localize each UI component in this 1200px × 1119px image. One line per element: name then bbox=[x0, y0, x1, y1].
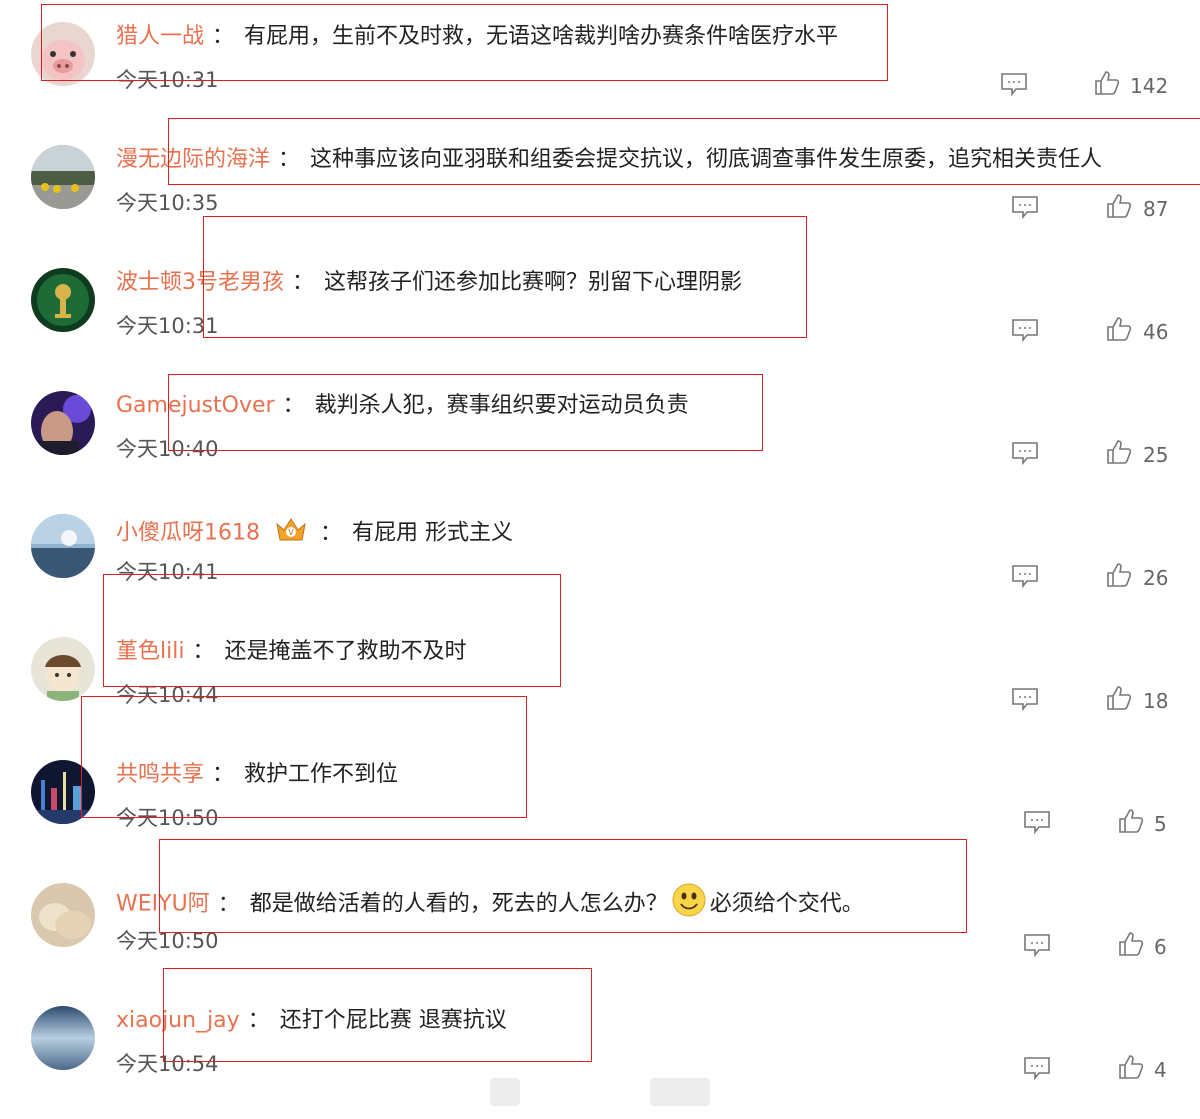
comment-time: 今天10:35 bbox=[116, 191, 219, 215]
thumbs-up-icon[interactable] bbox=[1118, 1054, 1144, 1080]
comment-reply-icon[interactable] bbox=[1011, 441, 1039, 465]
comment-reply-icon[interactable] bbox=[1011, 195, 1039, 219]
thumbs-up-icon[interactable] bbox=[1106, 193, 1132, 219]
thumbs-up-icon[interactable] bbox=[1118, 808, 1144, 834]
like-count: 46 bbox=[1143, 320, 1169, 344]
comment-reply-icon[interactable] bbox=[1023, 810, 1051, 834]
like-count: 142 bbox=[1130, 74, 1169, 98]
avatar[interactable] bbox=[31, 637, 95, 701]
crown-badge-icon[interactable]: V bbox=[274, 514, 308, 553]
thumbs-up-icon[interactable] bbox=[1106, 316, 1132, 342]
faded-strip bbox=[470, 1070, 730, 1110]
highlight-box bbox=[163, 968, 592, 1062]
highlight-box bbox=[41, 4, 888, 81]
avatar[interactable] bbox=[31, 391, 95, 455]
comment-reply-icon[interactable] bbox=[1011, 318, 1039, 342]
like-count: 25 bbox=[1143, 443, 1169, 467]
like-count: 6 bbox=[1154, 935, 1167, 959]
thumbs-up-icon[interactable] bbox=[1106, 439, 1132, 465]
thumbs-up-icon[interactable] bbox=[1106, 562, 1132, 588]
avatar[interactable] bbox=[31, 1006, 95, 1070]
thumbs-up-icon[interactable] bbox=[1094, 70, 1120, 96]
comment-reply-icon[interactable] bbox=[1023, 1056, 1051, 1080]
thumbs-up-icon[interactable] bbox=[1106, 685, 1132, 711]
comment-text: 有屁用 形式主义 bbox=[352, 520, 514, 546]
highlight-box bbox=[81, 696, 527, 818]
like-count: 5 bbox=[1154, 812, 1167, 836]
highlight-box bbox=[103, 574, 561, 687]
like-count: 87 bbox=[1143, 197, 1169, 221]
comment-reply-icon[interactable] bbox=[1000, 72, 1028, 96]
highlight-box bbox=[203, 216, 807, 338]
like-count: 26 bbox=[1143, 566, 1169, 590]
thumbs-up-icon[interactable] bbox=[1118, 931, 1144, 957]
comment-reply-icon[interactable] bbox=[1011, 564, 1039, 588]
svg-text:V: V bbox=[288, 528, 294, 537]
highlight-box bbox=[159, 839, 967, 933]
highlight-box bbox=[168, 118, 1200, 185]
separator: ： bbox=[320, 520, 343, 546]
avatar[interactable] bbox=[31, 883, 95, 947]
avatar[interactable] bbox=[31, 514, 95, 578]
avatar[interactable] bbox=[31, 145, 95, 209]
like-count: 18 bbox=[1143, 689, 1169, 713]
like-count: 4 bbox=[1154, 1058, 1167, 1082]
comment-reply-icon[interactable] bbox=[1011, 687, 1039, 711]
highlight-box bbox=[168, 374, 763, 451]
avatar[interactable] bbox=[31, 268, 95, 332]
username-link[interactable]: 小傻瓜呀1618 bbox=[116, 521, 260, 546]
comment-reply-icon[interactable] bbox=[1023, 933, 1051, 957]
